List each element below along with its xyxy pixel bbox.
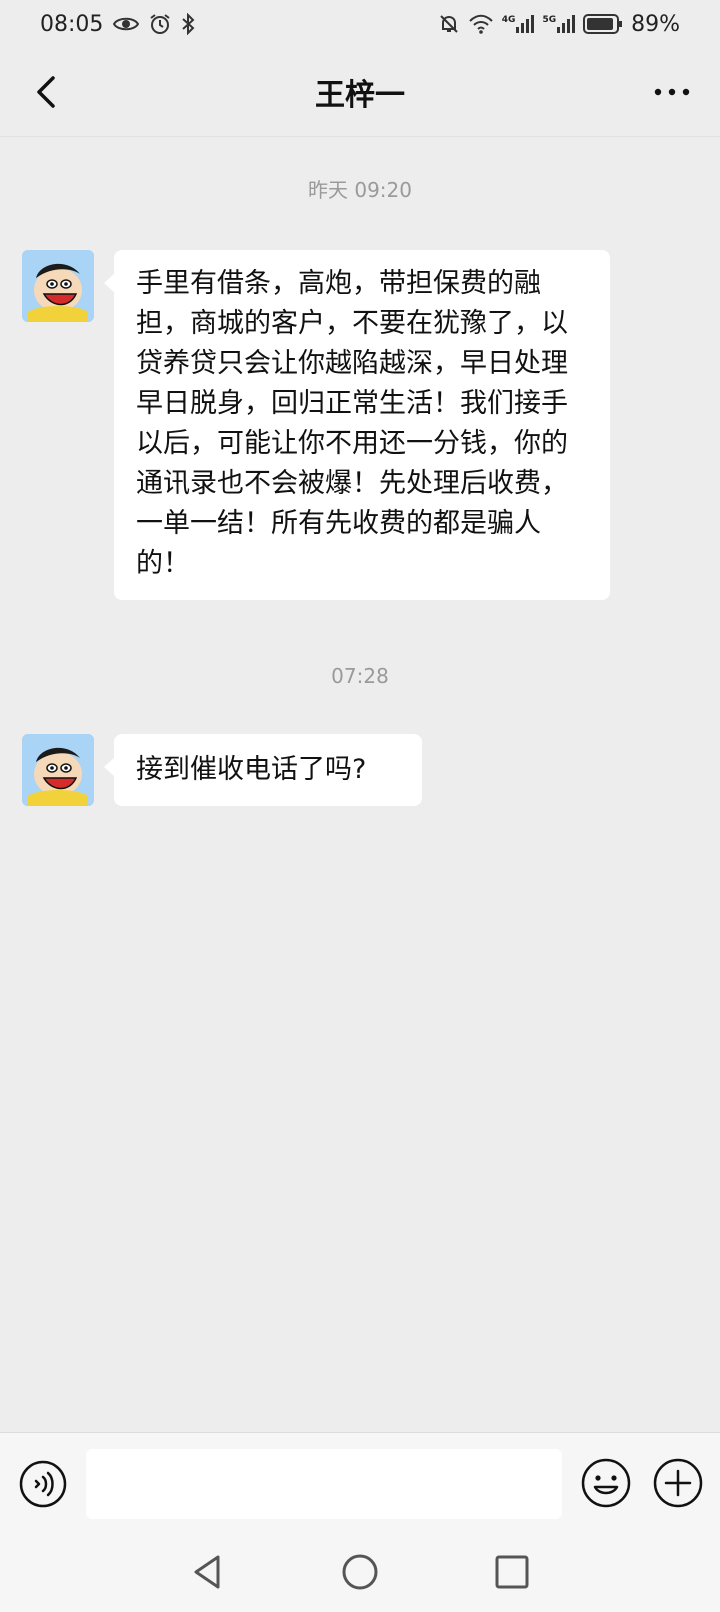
triangle-back-icon bbox=[194, 1555, 220, 1589]
chat-header: 王梓一 bbox=[0, 48, 720, 137]
battery-icon bbox=[583, 13, 623, 35]
mute-bell-icon bbox=[438, 13, 460, 35]
battery-level: 89% bbox=[631, 11, 680, 37]
status-right: 4G 5G 89% bbox=[438, 12, 680, 37]
more-horizontal-icon bbox=[654, 88, 690, 96]
more-button[interactable] bbox=[650, 70, 694, 114]
signal-5g-icon: 5G bbox=[542, 15, 576, 33]
nav-back-button[interactable] bbox=[188, 1552, 228, 1592]
bluetooth-icon bbox=[181, 13, 195, 35]
eye-icon bbox=[113, 15, 140, 33]
voice-icon bbox=[19, 1460, 67, 1508]
message-text: 手里有借条，高炮，带担保费的融担，商城的客户，不要在犹豫了，以贷养贷只会让你越陷… bbox=[136, 268, 568, 579]
avatar[interactable] bbox=[22, 250, 94, 322]
status-left: 08:05 bbox=[40, 12, 195, 37]
signal-4g-label: 4G bbox=[501, 15, 516, 25]
nav-recents-button[interactable] bbox=[492, 1552, 532, 1592]
cartoon-avatar-icon bbox=[22, 250, 94, 322]
signal-5g-label: 5G bbox=[542, 15, 557, 25]
message-bubble[interactable]: 手里有借条，高炮，带担保费的融担，商城的客户，不要在犹豫了，以贷养贷只会让你越陷… bbox=[104, 250, 610, 600]
status-time: 08:05 bbox=[40, 11, 104, 37]
alarm-icon bbox=[149, 13, 171, 35]
chat-title: 王梓一 bbox=[315, 78, 405, 113]
status-bar: 08:05 4G 5G 89% bbox=[0, 0, 720, 48]
emoji-icon bbox=[581, 1458, 631, 1508]
message-timestamp: 昨天 09:20 bbox=[308, 178, 412, 202]
message-timestamp: 07:28 bbox=[331, 664, 389, 688]
avatar[interactable] bbox=[22, 734, 94, 806]
input-bar bbox=[0, 1432, 720, 1533]
wifi-icon bbox=[468, 14, 494, 34]
plus-button[interactable] bbox=[652, 1457, 704, 1509]
system-nav-bar bbox=[0, 1532, 720, 1612]
cartoon-avatar-icon bbox=[22, 734, 94, 806]
emoji-button[interactable] bbox=[580, 1457, 632, 1509]
signal-4g-icon: 4G bbox=[502, 15, 535, 33]
square-recents-icon bbox=[495, 1555, 529, 1589]
back-button[interactable] bbox=[26, 70, 70, 114]
circle-home-icon bbox=[342, 1554, 378, 1590]
voice-button[interactable] bbox=[18, 1459, 68, 1509]
chevron-left-icon bbox=[37, 76, 55, 108]
plus-icon bbox=[653, 1458, 703, 1508]
nav-home-button[interactable] bbox=[340, 1552, 380, 1592]
message-text: 接到催收电话了吗? bbox=[136, 754, 367, 785]
message-bubble[interactable]: 接到催收电话了吗? bbox=[104, 734, 422, 806]
message-input[interactable] bbox=[86, 1449, 562, 1519]
